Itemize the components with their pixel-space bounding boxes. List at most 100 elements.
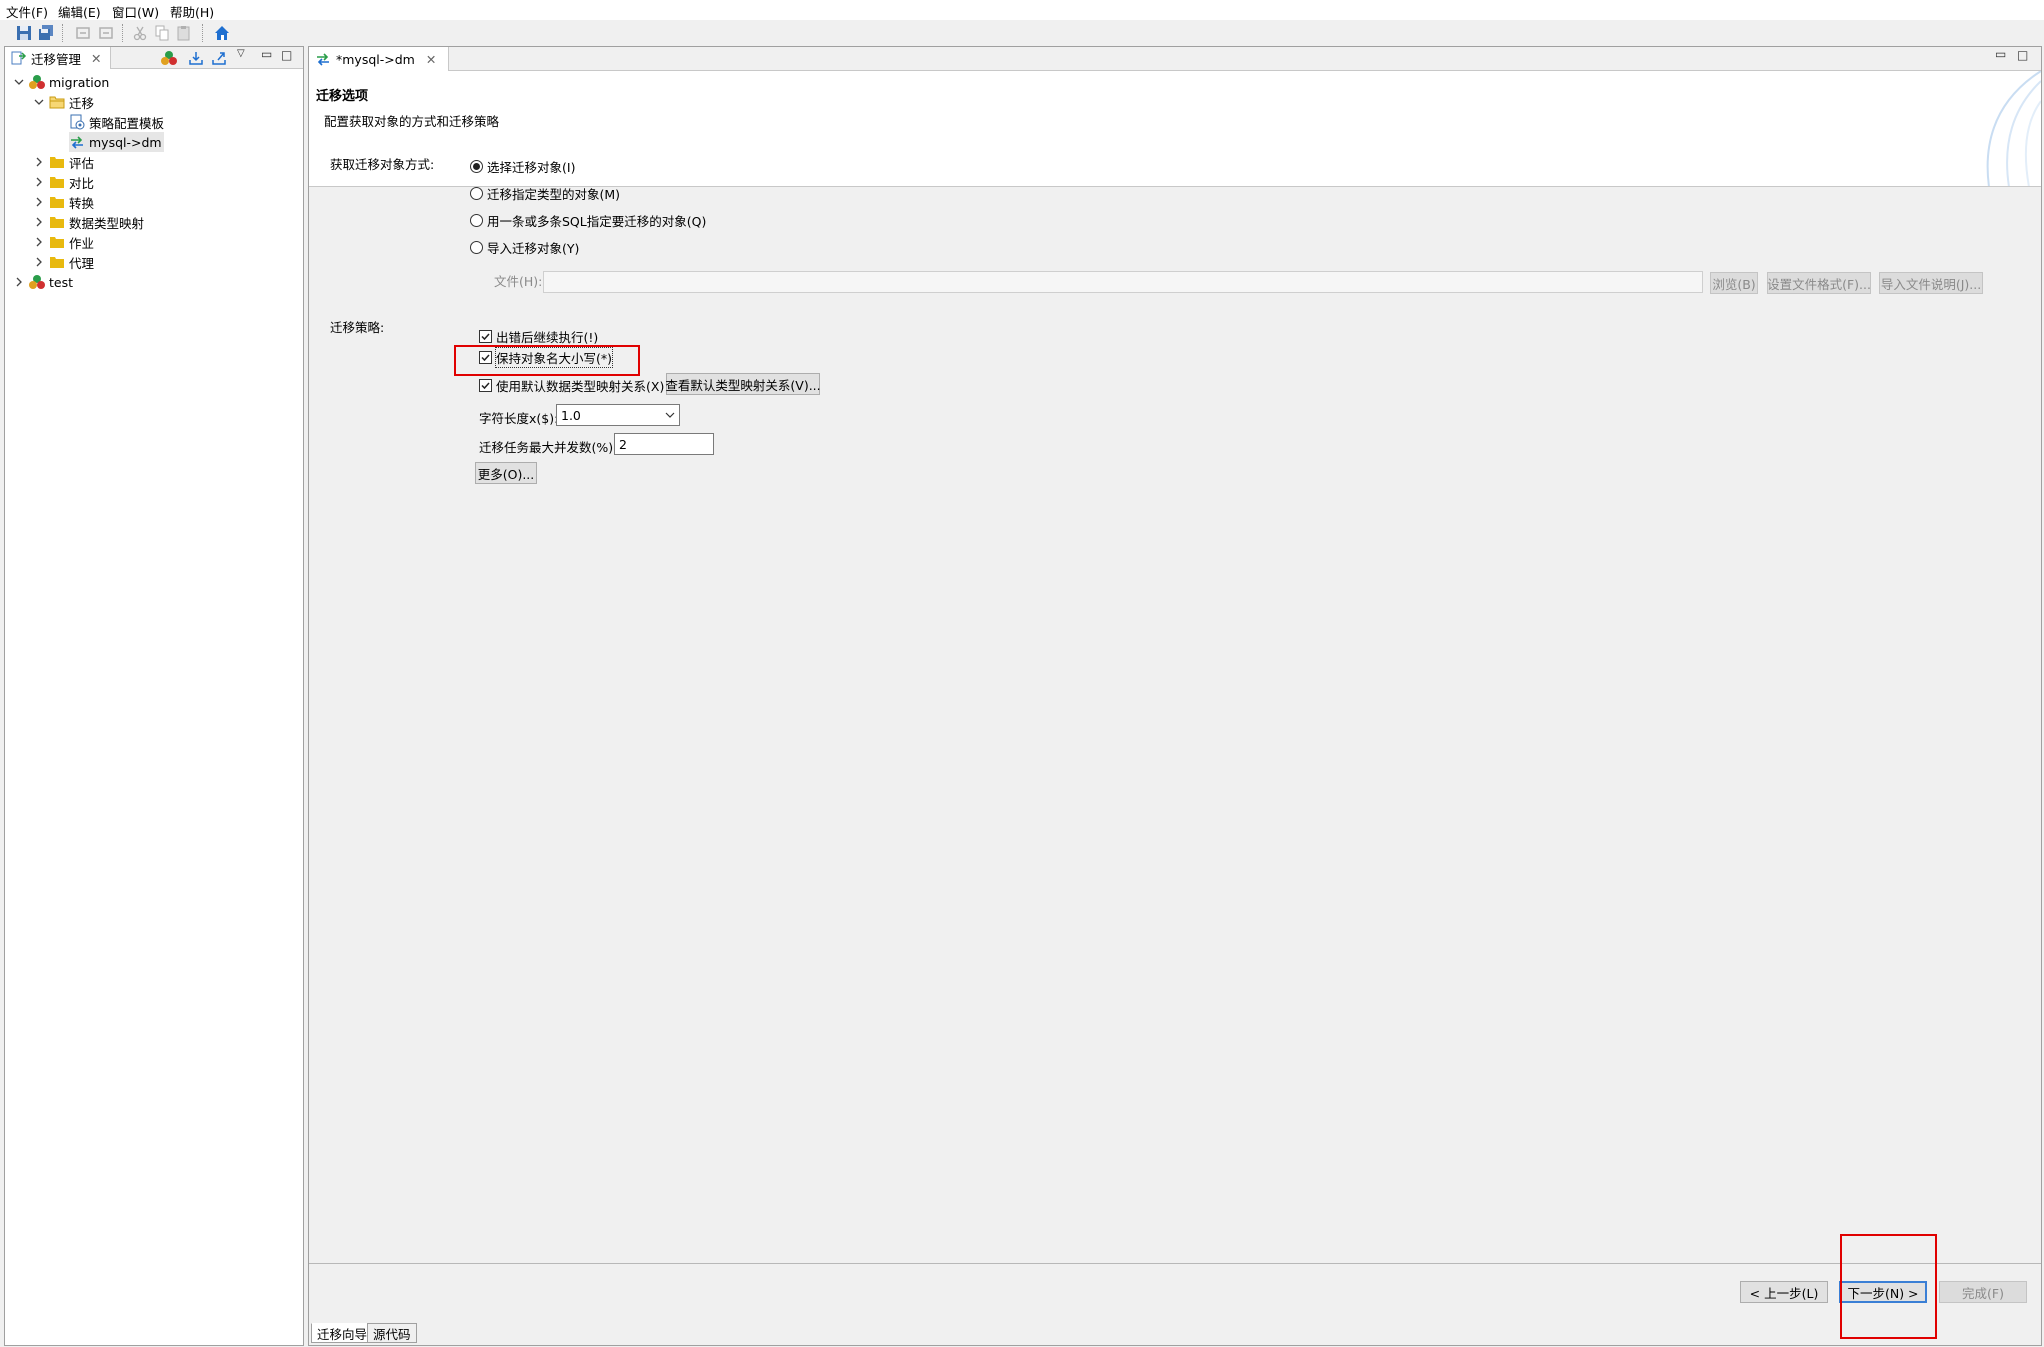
file-path-input[interactable] (543, 271, 1703, 293)
chevron-right-icon[interactable] (33, 156, 45, 168)
folder-icon (49, 154, 65, 170)
maximize-icon[interactable]: □ (2017, 48, 2028, 62)
prev-button[interactable]: < 上一步(L) (1740, 1281, 1828, 1303)
project-icon (29, 74, 45, 90)
chevron-down-icon[interactable] (33, 96, 45, 108)
menubar: 文件(F) 编辑(E) 窗口(W) 帮助(H) (0, 0, 2044, 20)
tree-item-migrate-folder[interactable]: 迁移 (33, 92, 94, 112)
close-icon[interactable]: ✕ (91, 51, 101, 66)
tree-item-label: migration (49, 74, 110, 90)
save-all-icon[interactable] (36, 23, 56, 43)
cut-icon[interactable] (130, 23, 150, 43)
menu-window[interactable]: 窗口(W) (112, 2, 159, 21)
radio-button[interactable] (470, 187, 483, 200)
annotation-highlight-box (454, 345, 640, 376)
import-icon[interactable] (188, 50, 204, 69)
tree-item-job[interactable]: 作业 (33, 232, 94, 252)
tab-migration-manager[interactable]: 迁移管理 ✕ (5, 47, 111, 69)
radio-select-objects[interactable]: 选择迁移对象(I) (470, 157, 575, 176)
migration-wizard-editor: *mysql->dm ✕ ▭ □ 迁移选项 配置获取对象的方式和迁移策略 获取迁… (308, 46, 2042, 1346)
tree-item-label: 转换 (69, 195, 95, 211)
tree-item-agent[interactable]: 代理 (33, 252, 94, 272)
tab-mysql-dm[interactable]: *mysql->dm ✕ (309, 47, 450, 71)
radio-button[interactable] (470, 214, 483, 227)
editor-tab-bar: *mysql->dm ✕ ▭ □ (309, 47, 2041, 71)
tree-item-label: 迁移 (69, 95, 95, 111)
view-default-mapping-button[interactable]: 查看默认类型映射关系(V)... (665, 373, 821, 395)
tree-item-label: 代理 (69, 255, 95, 271)
radio-button[interactable] (470, 160, 483, 173)
chevron-down-icon[interactable] (13, 76, 25, 88)
view-menu-icon[interactable]: ▽ (237, 48, 245, 59)
menu-file[interactable]: 文件(F) (6, 2, 48, 21)
chevron-right-icon[interactable] (33, 196, 45, 208)
chevron-right-icon[interactable] (13, 276, 25, 288)
chevron-right-icon[interactable] (33, 236, 45, 248)
import-file-desc-button[interactable]: 导入文件说明(J)... (1879, 272, 1983, 294)
maximize-icon[interactable]: □ (281, 48, 292, 62)
checkbox[interactable] (479, 330, 492, 343)
max-concurrency-label: 迁移任务最大并发数(%): (479, 440, 618, 455)
file-label: 文件(H): (494, 274, 543, 289)
menu-help[interactable]: 帮助(H) (170, 2, 214, 21)
tree-item-assess[interactable]: 评估 (33, 152, 94, 172)
close-icon[interactable]: ✕ (426, 52, 436, 67)
minimize-icon[interactable]: ▭ (1995, 47, 2006, 61)
export-icon[interactable] (211, 50, 227, 69)
copy-icon[interactable] (152, 23, 172, 43)
radio-label: 用一条或多条SQL指定要迁移的对象(Q) (487, 214, 707, 229)
checkbox[interactable] (479, 379, 492, 392)
strategy-label: 迁移策略: (330, 320, 385, 335)
save-icon[interactable] (14, 23, 34, 43)
paste-icon[interactable] (174, 23, 194, 43)
max-concurrency-input[interactable]: 2 (614, 433, 714, 455)
browse-button[interactable]: 浏览(B) (1710, 272, 1758, 294)
chevron-right-icon[interactable] (33, 256, 45, 268)
tree-item-label: 策略配置模板 (89, 115, 165, 131)
undo-icon[interactable] (74, 23, 94, 43)
checkbox-default-type-mapping[interactable]: 使用默认数据类型映射关系(X) (479, 376, 664, 395)
chevron-down-icon (665, 408, 675, 423)
tab-migration-wizard[interactable]: 迁移向导 (311, 1323, 374, 1343)
menu-edit[interactable]: 编辑(E) (58, 2, 101, 21)
template-icon (69, 114, 85, 130)
set-file-format-button[interactable]: 设置文件格式(F)... (1767, 272, 1871, 294)
radio-sql-specified[interactable]: 用一条或多条SQL指定要迁移的对象(Q) (470, 211, 706, 230)
minimize-icon[interactable]: ▭ (261, 47, 272, 61)
page-description: 配置获取对象的方式和迁移策略 (324, 114, 500, 129)
folder-icon (49, 214, 65, 230)
tree-item-task[interactable]: mysql->dm (69, 132, 164, 152)
tree-item-label: 作业 (69, 235, 95, 251)
select-value: 1.0 (561, 407, 581, 423)
home-icon[interactable] (212, 23, 232, 43)
more-button[interactable]: 更多(O)... (475, 462, 537, 484)
folder-icon (49, 174, 65, 190)
tree-item-strategy-template[interactable]: 策略配置模板 (69, 112, 164, 132)
folder-open-icon (49, 94, 65, 110)
tree-item-label: 评估 (69, 155, 95, 171)
char-length-select[interactable]: 1.0 (556, 404, 680, 426)
checkbox-label: 出错后继续执行(!) (496, 330, 599, 345)
tree-item-label: 对比 (69, 175, 95, 191)
radio-specified-type[interactable]: 迁移指定类型的对象(M) (470, 184, 620, 203)
chevron-right-icon[interactable] (33, 216, 45, 228)
tree-item-label: test (49, 274, 74, 290)
tab-source-code[interactable]: 源代码 (367, 1323, 417, 1343)
chevron-right-icon[interactable] (33, 176, 45, 188)
finish-button[interactable]: 完成(F) (1939, 1281, 2027, 1303)
tree-item-convert[interactable]: 转换 (33, 192, 94, 212)
connect-icon[interactable] (161, 50, 177, 69)
tree-item-migration[interactable]: migration (13, 72, 109, 92)
tab-label: 迁移管理 (31, 51, 82, 67)
folder-icon (49, 254, 65, 270)
radio-import-objects[interactable]: 导入迁移对象(Y) (470, 238, 579, 257)
radio-button[interactable] (470, 241, 483, 254)
tab-label: *mysql->dm (336, 51, 415, 67)
checkbox-continue-on-error[interactable]: 出错后继续执行(!) (479, 327, 598, 346)
tree-item-type-mapping[interactable]: 数据类型映射 (33, 212, 144, 232)
redo-icon[interactable] (96, 23, 116, 43)
project-icon (29, 274, 45, 290)
tree-item-compare[interactable]: 对比 (33, 172, 94, 192)
task-icon (315, 51, 331, 67)
tree-item-test[interactable]: test (13, 272, 73, 292)
